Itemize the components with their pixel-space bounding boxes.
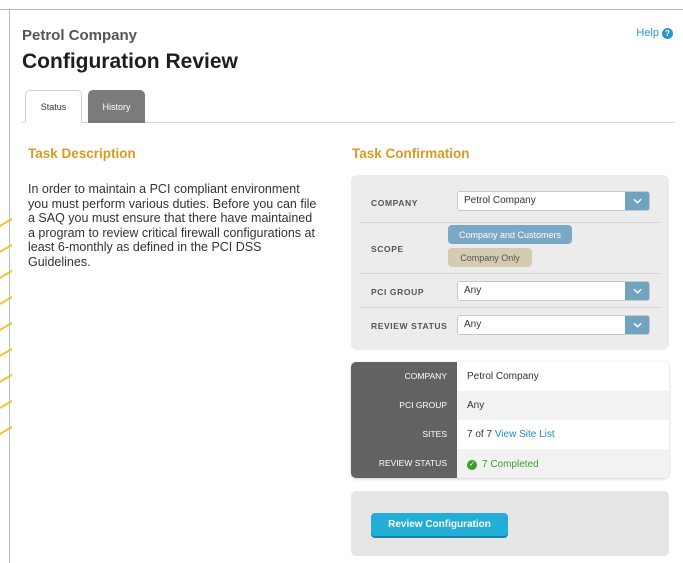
- page-title: Configuration Review: [22, 50, 238, 73]
- task-confirmation-title: Task Confirmation: [352, 146, 470, 161]
- pci-group-select-value: Any: [464, 285, 482, 296]
- help-link[interactable]: Help ?: [636, 27, 673, 39]
- frame-top-border: [0, 9, 683, 10]
- summary-sites-label: SITES: [351, 420, 457, 449]
- tab-status[interactable]: Status: [25, 90, 82, 123]
- review-status-select-value: Any: [464, 319, 482, 330]
- summary-row-company: COMPANY Petrol Company: [351, 362, 669, 391]
- company-select[interactable]: Petrol Company: [457, 191, 650, 211]
- scope-label: SCOPE: [371, 244, 404, 254]
- summary-pci-group-value: Any: [457, 391, 669, 420]
- tab-history[interactable]: History: [88, 90, 145, 123]
- view-site-list-link[interactable]: View Site List: [495, 429, 555, 440]
- summary-company-value: Petrol Company: [467, 371, 539, 382]
- pci-group-label: PCI GROUP: [371, 287, 425, 297]
- help-label: Help: [636, 27, 659, 39]
- scope-option-company-only[interactable]: Company Only: [448, 248, 532, 267]
- summary-pci-group-label: PCI GROUP: [351, 391, 457, 420]
- company-row: COMPANY Petrol Company: [360, 181, 660, 223]
- chevron-down-icon: [625, 282, 649, 300]
- review-status-select[interactable]: Any: [457, 315, 650, 335]
- task-description-title: Task Description: [28, 146, 136, 161]
- check-circle-icon: ✓: [467, 459, 477, 470]
- summary-row-review-status: REVIEW STATUS ✓ 7 Completed: [351, 449, 669, 478]
- review-configuration-button[interactable]: Review Configuration: [371, 513, 508, 536]
- pci-group-select[interactable]: Any: [457, 281, 650, 301]
- company-select-value: Petrol Company: [464, 195, 536, 206]
- action-panel: Review Configuration: [351, 491, 669, 556]
- review-status-label: REVIEW STATUS: [371, 321, 448, 331]
- chevron-down-icon: [625, 316, 649, 334]
- completed-count: 7 Completed: [482, 459, 539, 470]
- sites-count: 7 of 7: [467, 429, 493, 440]
- summary-row-sites: SITES 7 of 7 View Site List: [351, 420, 669, 449]
- review-status-row: REVIEW STATUS Any: [360, 308, 660, 342]
- task-description-text: In order to maintain a PCI compliant env…: [28, 182, 317, 269]
- summary-review-status-label: REVIEW STATUS: [351, 449, 457, 478]
- decorative-stripes: [0, 210, 12, 440]
- summary-table: COMPANY Petrol Company PCI GROUP Any SIT…: [351, 362, 669, 478]
- summary-sites-value: 7 of 7 View Site List: [457, 420, 669, 449]
- summary-row-pci-group: PCI GROUP Any: [351, 391, 669, 420]
- summary-company-label: COMPANY: [351, 362, 457, 391]
- scope-option-company-and-customers[interactable]: Company and Customers: [448, 225, 572, 244]
- pci-group-row: PCI GROUP Any: [360, 274, 660, 308]
- chevron-down-icon: [625, 192, 649, 210]
- summary-review-status-value: ✓ 7 Completed: [457, 449, 669, 478]
- task-confirmation-panel: COMPANY Petrol Company SCOPE Company and…: [351, 175, 669, 350]
- company-name: Petrol Company: [22, 27, 138, 44]
- company-label: COMPANY: [371, 198, 419, 208]
- question-icon: ?: [662, 27, 673, 39]
